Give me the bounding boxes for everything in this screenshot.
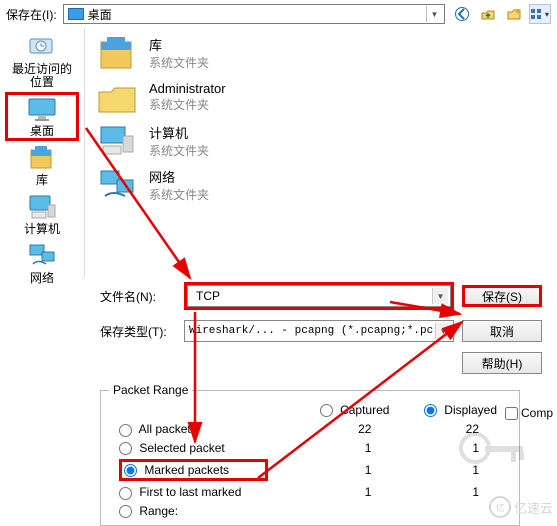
- computer-icon: [26, 193, 58, 221]
- range-row-range[interactable]: Range:: [113, 503, 507, 519]
- save-in-value: 桌面: [88, 6, 112, 23]
- network-folder-icon: [95, 166, 139, 204]
- range-row-selected[interactable]: Selected packet 1 1: [113, 440, 507, 456]
- save-in-label: 保存在(I):: [6, 6, 57, 23]
- folder-item[interactable]: 库系统文件夹: [95, 34, 547, 72]
- filetype-dropdown[interactable]: Wireshark/... - pcapng (*.pcapng;*.pc ▼: [184, 320, 454, 342]
- folder-subtitle: 系统文件夹: [149, 96, 226, 113]
- places-sidebar: 最近访问的位置 桌面 库 计算机 网络: [0, 28, 85, 278]
- network-icon: [26, 242, 58, 270]
- range-row-marked[interactable]: Marked packets 1 1: [113, 458, 507, 482]
- filename-input[interactable]: [192, 287, 446, 305]
- chevron-down-icon: ▼: [435, 323, 451, 339]
- folder-item[interactable]: 计算机系统文件夹: [95, 122, 547, 160]
- desktop-monitor-icon: [26, 95, 58, 123]
- filetype-label: 保存类型(T):: [100, 323, 176, 340]
- key-watermark-icon: [453, 426, 533, 486]
- libraries-icon: [26, 144, 58, 172]
- place-network[interactable]: 网络: [5, 239, 79, 288]
- desktop-icon: [68, 8, 84, 20]
- range-row-all[interactable]: All packets 22 22: [113, 421, 507, 437]
- folder-subtitle: 系统文件夹: [149, 186, 209, 203]
- recent-icon: [26, 33, 58, 61]
- compress-checkbox[interactable]: Comp: [505, 406, 553, 420]
- place-label: 计算机: [24, 223, 60, 236]
- folder-title: Administrator: [149, 81, 226, 96]
- place-label: 桌面: [30, 125, 54, 138]
- packet-range-legend: Packet Range: [109, 383, 192, 397]
- up-one-level-icon[interactable]: [477, 4, 499, 24]
- captured-radio[interactable]: Captured: [320, 403, 390, 417]
- place-desktop[interactable]: 桌面: [5, 92, 79, 141]
- folder-title: 库: [149, 35, 209, 54]
- save-button[interactable]: 保存(S): [462, 285, 542, 307]
- place-computer[interactable]: 计算机: [5, 190, 79, 239]
- chevron-down-icon: ▼: [426, 6, 442, 22]
- folder-subtitle: 系统文件夹: [149, 54, 209, 71]
- place-libraries[interactable]: 库: [5, 141, 79, 190]
- folder-list: 库系统文件夹 Administrator系统文件夹 计算机系统文件夹 网络系统文…: [85, 28, 557, 278]
- folder-title: 计算机: [149, 123, 209, 142]
- save-in-dropdown[interactable]: 桌面 ▼: [63, 4, 445, 24]
- displayed-radio[interactable]: Displayed: [424, 403, 497, 417]
- folder-subtitle: 系统文件夹: [149, 142, 209, 159]
- filename-label: 文件名(N):: [100, 288, 176, 305]
- folder-title: 网络: [149, 167, 209, 186]
- computer-folder-icon: [95, 122, 139, 160]
- folder-item[interactable]: Administrator系统文件夹: [95, 78, 547, 116]
- chevron-down-icon[interactable]: ▼: [432, 288, 448, 304]
- new-folder-icon[interactable]: [503, 4, 525, 24]
- libraries-folder-icon: [95, 34, 139, 72]
- folder-item[interactable]: 网络系统文件夹: [95, 166, 547, 204]
- place-label: 库: [36, 174, 48, 187]
- cancel-button[interactable]: 取消: [462, 320, 542, 342]
- help-button[interactable]: 帮助(H): [462, 352, 542, 374]
- place-label: 网络: [30, 272, 54, 285]
- back-icon[interactable]: [451, 4, 473, 24]
- view-menu-button[interactable]: [529, 4, 551, 24]
- watermark-text: 亿亿速云: [489, 496, 553, 518]
- range-row-first-last[interactable]: First to last marked 1 1: [113, 484, 507, 500]
- place-recent[interactable]: 最近访问的位置: [5, 30, 79, 92]
- user-folder-icon: [95, 78, 139, 116]
- place-label: 最近访问的位置: [8, 63, 76, 89]
- filetype-value: Wireshark/... - pcapng (*.pcapng;*.pc: [189, 325, 433, 337]
